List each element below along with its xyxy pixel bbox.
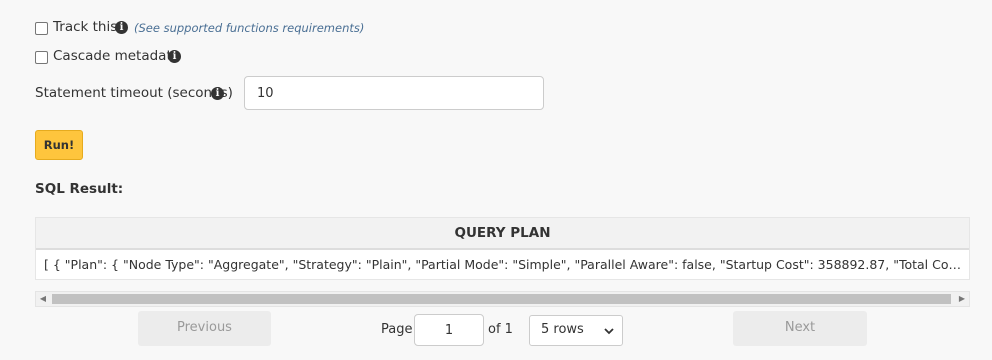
triangle-left-icon[interactable]: ◀ <box>37 292 49 306</box>
info-icon[interactable]: i <box>211 87 224 100</box>
query-plan-header: QUERY PLAN <box>36 218 969 250</box>
next-button[interactable]: Next <box>733 311 867 346</box>
result-table: QUERY PLAN [ { "Plan": { "Node Type": "A… <box>35 217 970 280</box>
triangle-right-icon[interactable]: ▶ <box>956 292 968 306</box>
scrollbar-thumb[interactable] <box>52 294 951 304</box>
info-icon[interactable]: i <box>115 21 128 34</box>
track-this-label: Track this <box>53 19 118 35</box>
table-row[interactable]: [ { "Plan": { "Node Type": "Aggregate", … <box>36 250 969 280</box>
page-count-label: of 1 <box>488 322 513 337</box>
page-label: Page <box>381 322 413 337</box>
chevron-down-icon <box>604 328 614 335</box>
cascade-metadata-checkbox[interactable] <box>35 51 48 64</box>
statement-timeout-label: Statement timeout (seconds) <box>35 85 233 101</box>
rows-per-page-select[interactable]: 5 rows <box>529 315 623 346</box>
run-button[interactable]: Run! <box>35 130 83 160</box>
previous-button[interactable]: Previous <box>138 311 271 346</box>
statement-timeout-input[interactable] <box>244 76 544 110</box>
cascade-metadata-label: Cascade metadata <box>53 48 181 64</box>
horizontal-scrollbar[interactable]: ◀ ▶ <box>35 291 970 307</box>
track-this-checkbox[interactable] <box>35 22 48 35</box>
rows-per-page-value: 5 rows <box>541 322 584 337</box>
supported-functions-link[interactable]: (See supported functions requirements) <box>134 21 364 35</box>
sql-result-title: SQL Result: <box>35 181 124 197</box>
page-number-input[interactable] <box>414 314 484 346</box>
info-icon[interactable]: i <box>168 50 181 63</box>
